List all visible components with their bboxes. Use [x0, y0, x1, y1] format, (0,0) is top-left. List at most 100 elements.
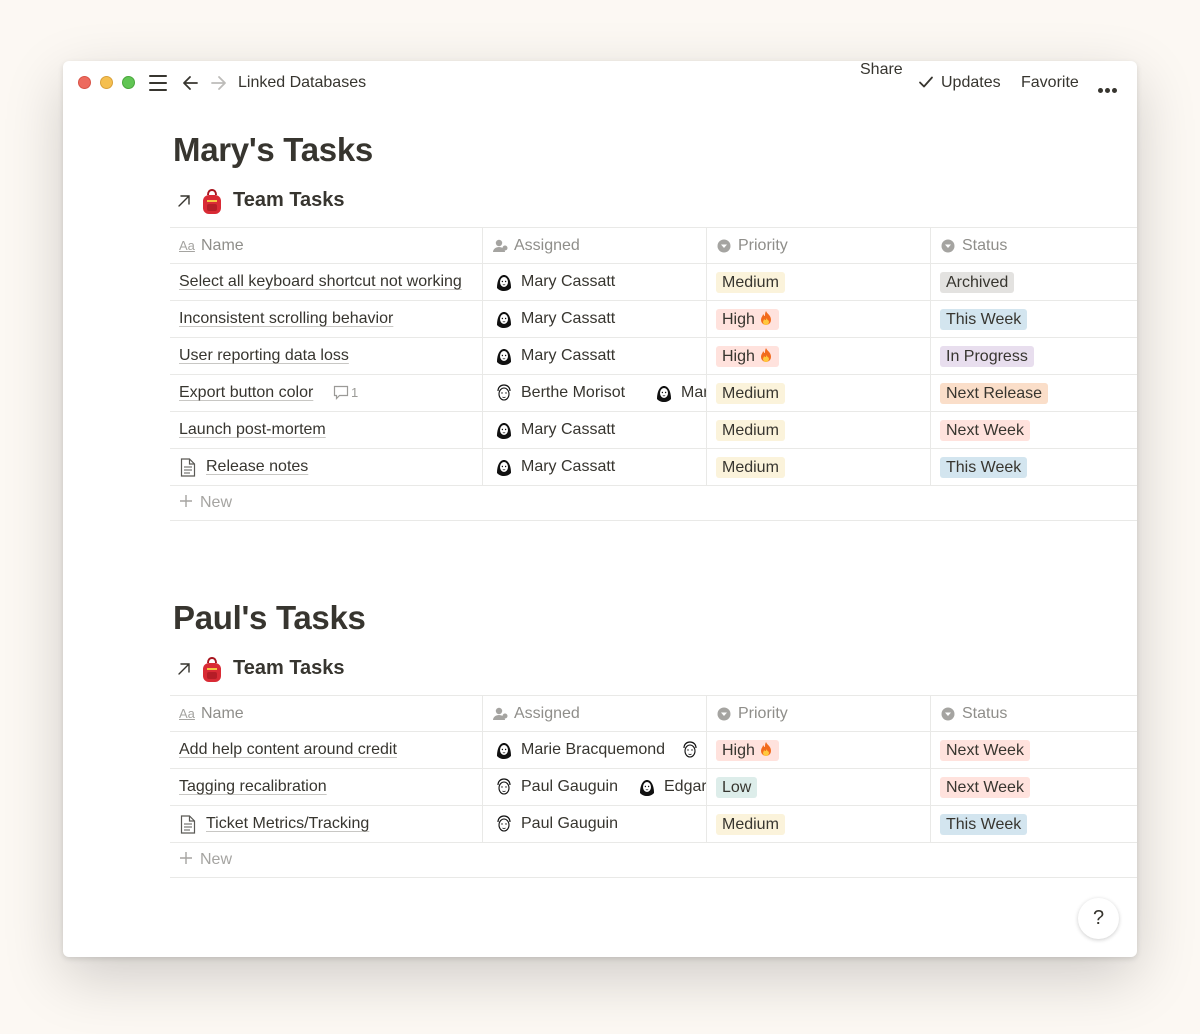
task-name-cell[interactable]: Inconsistent scrolling behavior: [170, 301, 483, 337]
assigned-cell[interactable]: Mary Cassatt: [483, 264, 707, 300]
breadcrumb[interactable]: Linked Databases: [238, 74, 366, 92]
column-header-status[interactable]: Status: [931, 228, 1137, 264]
task-name-cell[interactable]: Export button color 1: [170, 375, 483, 411]
priority-tag[interactable]: Low: [716, 777, 758, 798]
status-cell[interactable]: This Week: [931, 449, 1137, 485]
status-cell[interactable]: Next Week: [931, 412, 1137, 448]
task-name[interactable]: Inconsistent scrolling behavior: [179, 310, 393, 328]
assigned-cell[interactable]: Mary Cassatt: [483, 301, 707, 337]
link-arrow-icon[interactable]: [176, 193, 192, 209]
table-row[interactable]: Ticket Metrics/Tracking Paul Gauguin Mediu…: [170, 806, 1137, 843]
status-tag[interactable]: This Week: [940, 814, 1028, 835]
new-row-button[interactable]: New: [170, 843, 1137, 878]
status-tag[interactable]: Next Week: [940, 740, 1030, 761]
priority-cell[interactable]: Medium: [707, 375, 931, 411]
status-tag[interactable]: Next Release: [940, 383, 1049, 404]
task-name-cell[interactable]: Launch post-mortem: [170, 412, 483, 448]
table-row[interactable]: User reporting data loss Mary Cassatt High…: [170, 338, 1137, 375]
column-header-assigned[interactable]: Assigned: [483, 228, 707, 264]
forward-arrow-icon[interactable]: [208, 73, 228, 93]
priority-cell[interactable]: Medium: [707, 412, 931, 448]
status-tag[interactable]: Archived: [940, 272, 1015, 293]
priority-cell[interactable]: Low: [707, 769, 931, 805]
task-name[interactable]: Export button color: [179, 384, 313, 402]
avatar: [493, 308, 515, 330]
column-header-priority[interactable]: Priority: [707, 228, 931, 264]
updates-button[interactable]: Updates: [941, 74, 1001, 92]
priority-tag[interactable]: High: [716, 309, 779, 330]
close-window-button[interactable]: [78, 76, 91, 89]
assigned-cell[interactable]: Paul Gauguin Edgar: [483, 769, 707, 805]
priority-tag[interactable]: Medium: [716, 814, 785, 835]
task-name[interactable]: Add help content around credit: [179, 741, 397, 759]
avatar: [493, 739, 515, 761]
status-tag[interactable]: This Week: [940, 309, 1028, 330]
table-row[interactable]: Release notes Mary Cassatt Medium This Week: [170, 449, 1137, 486]
assigned-cell[interactable]: Mary Cassatt: [483, 338, 707, 374]
status-cell[interactable]: Next Week: [931, 732, 1137, 768]
priority-tag[interactable]: Medium: [716, 420, 785, 441]
table-row[interactable]: Launch post-mortem Mary Cassatt Medium Next…: [170, 412, 1137, 449]
priority-tag[interactable]: Medium: [716, 383, 785, 404]
status-tag[interactable]: Next Week: [940, 420, 1030, 441]
priority-tag[interactable]: High: [716, 740, 779, 761]
column-header-name[interactable]: Aa Name: [170, 228, 483, 264]
assigned-cell[interactable]: Paul Gauguin: [483, 806, 707, 842]
task-name[interactable]: Release notes: [206, 458, 308, 476]
share-button[interactable]: Share: [860, 61, 903, 79]
priority-cell[interactable]: High: [707, 732, 931, 768]
assigned-cell[interactable]: Berthe Morisot Mary: [483, 375, 707, 411]
priority-tag[interactable]: Medium: [716, 457, 785, 478]
assigned-cell[interactable]: Mary Cassatt: [483, 449, 707, 485]
priority-cell[interactable]: High: [707, 301, 931, 337]
more-options-icon[interactable]: [1098, 80, 1119, 98]
priority-cell[interactable]: High: [707, 338, 931, 374]
task-name[interactable]: Ticket Metrics/Tracking: [206, 815, 369, 833]
new-row-button[interactable]: New: [170, 486, 1137, 521]
priority-cell[interactable]: Medium: [707, 449, 931, 485]
status-tag[interactable]: This Week: [940, 457, 1028, 478]
priority-tag[interactable]: Medium: [716, 272, 785, 293]
help-button[interactable]: ?: [1078, 898, 1119, 939]
task-name-cell[interactable]: Tagging recalibration: [170, 769, 483, 805]
hamburger-menu-icon[interactable]: [149, 75, 167, 91]
task-name[interactable]: Launch post-mortem: [179, 421, 326, 439]
task-name[interactable]: Tagging recalibration: [179, 778, 327, 796]
task-name-cell[interactable]: Select all keyboard shortcut not working: [170, 264, 483, 300]
favorite-button[interactable]: Favorite: [1021, 74, 1079, 92]
status-tag[interactable]: Next Week: [940, 777, 1030, 798]
priority-cell[interactable]: Medium: [707, 264, 931, 300]
assigned-cell[interactable]: Mary Cassatt: [483, 412, 707, 448]
status-cell[interactable]: Next Week: [931, 769, 1137, 805]
status-cell[interactable]: This Week: [931, 301, 1137, 337]
comment-count[interactable]: 1: [333, 385, 358, 400]
table-row[interactable]: Export button color 1 Berthe Morisot Mary Me…: [170, 375, 1137, 412]
column-header-name[interactable]: Aa Name: [170, 696, 483, 732]
maximize-window-button[interactable]: [122, 76, 135, 89]
link-arrow-icon[interactable]: [176, 661, 192, 677]
column-header-status[interactable]: Status: [931, 696, 1137, 732]
minimize-window-button[interactable]: [100, 76, 113, 89]
back-arrow-icon[interactable]: [181, 73, 201, 93]
status-cell[interactable]: Archived: [931, 264, 1137, 300]
table-row[interactable]: Inconsistent scrolling behavior Mary Cass…: [170, 301, 1137, 338]
avatar: [653, 382, 675, 404]
task-name[interactable]: User reporting data loss: [179, 347, 349, 365]
task-name[interactable]: Select all keyboard shortcut not working: [179, 273, 462, 291]
status-tag[interactable]: In Progress: [940, 346, 1034, 367]
column-header-assigned[interactable]: Assigned: [483, 696, 707, 732]
task-name-cell[interactable]: Release notes: [170, 449, 483, 485]
status-cell[interactable]: In Progress: [931, 338, 1137, 374]
table-row[interactable]: Tagging recalibration Paul Gauguin Edgar Lo…: [170, 769, 1137, 806]
priority-tag[interactable]: High: [716, 346, 779, 367]
column-header-priority[interactable]: Priority: [707, 696, 931, 732]
status-cell[interactable]: Next Release: [931, 375, 1137, 411]
task-name-cell[interactable]: Ticket Metrics/Tracking: [170, 806, 483, 842]
status-cell[interactable]: This Week: [931, 806, 1137, 842]
priority-cell[interactable]: Medium: [707, 806, 931, 842]
assigned-cell[interactable]: Marie Bracquemond: [483, 732, 707, 768]
task-name-cell[interactable]: User reporting data loss: [170, 338, 483, 374]
task-name-cell[interactable]: Add help content around credit: [170, 732, 483, 768]
table-row[interactable]: Add help content around credit Marie Brac…: [170, 732, 1137, 769]
table-row[interactable]: Select all keyboard shortcut not working…: [170, 264, 1137, 301]
